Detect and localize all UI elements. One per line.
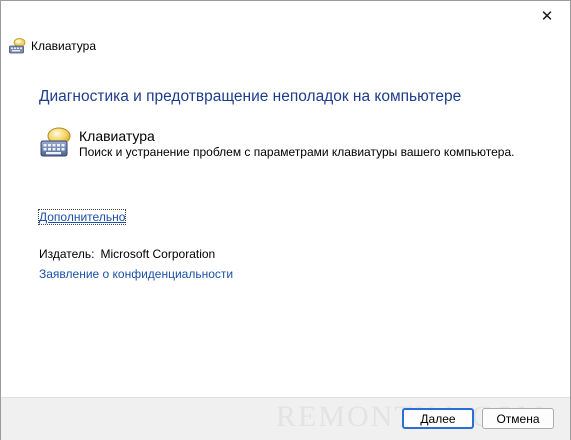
close-button[interactable]: ✕: [524, 1, 570, 31]
keyboard-icon: [9, 38, 26, 54]
window-header: Клавиатура: [9, 37, 96, 55]
troubleshooter-window: ✕ Клавиатура Диагностика и предотвращени…: [0, 0, 571, 440]
next-button-accesskey: Д: [420, 411, 429, 426]
cancel-button-label: Отмена: [496, 411, 540, 426]
next-button-label: алее: [428, 411, 456, 426]
troubleshooter-title: Клавиатура: [79, 128, 155, 144]
page-heading: Диагностика и предотвращение неполадок н…: [39, 88, 462, 105]
cancel-button[interactable]: Отмена: [482, 408, 554, 429]
publisher-info: Издатель: Microsoft Corporation: [39, 247, 215, 261]
keyboard-icon: [39, 126, 73, 160]
privacy-statement-link[interactable]: Заявление о конфиденциальности: [39, 267, 233, 281]
troubleshooter-text: Клавиатура Поиск и устранение проблем с …: [79, 126, 514, 160]
advanced-link[interactable]: Дополнительно: [37, 209, 127, 225]
footer-bar: REMONTKA.COM Далее Отмена: [1, 397, 570, 440]
next-button[interactable]: Далее: [402, 408, 474, 429]
publisher-label: Издатель:: [39, 247, 95, 261]
troubleshooter-description: Поиск и устранение проблем с параметрами…: [79, 145, 515, 159]
publisher-value: Microsoft Corporation: [100, 247, 216, 261]
window-title: Клавиатура: [31, 39, 96, 53]
title-bar: ✕: [1, 1, 570, 31]
close-icon: ✕: [540, 8, 554, 25]
troubleshooter-item[interactable]: Клавиатура Поиск и устранение проблем с …: [39, 126, 514, 160]
